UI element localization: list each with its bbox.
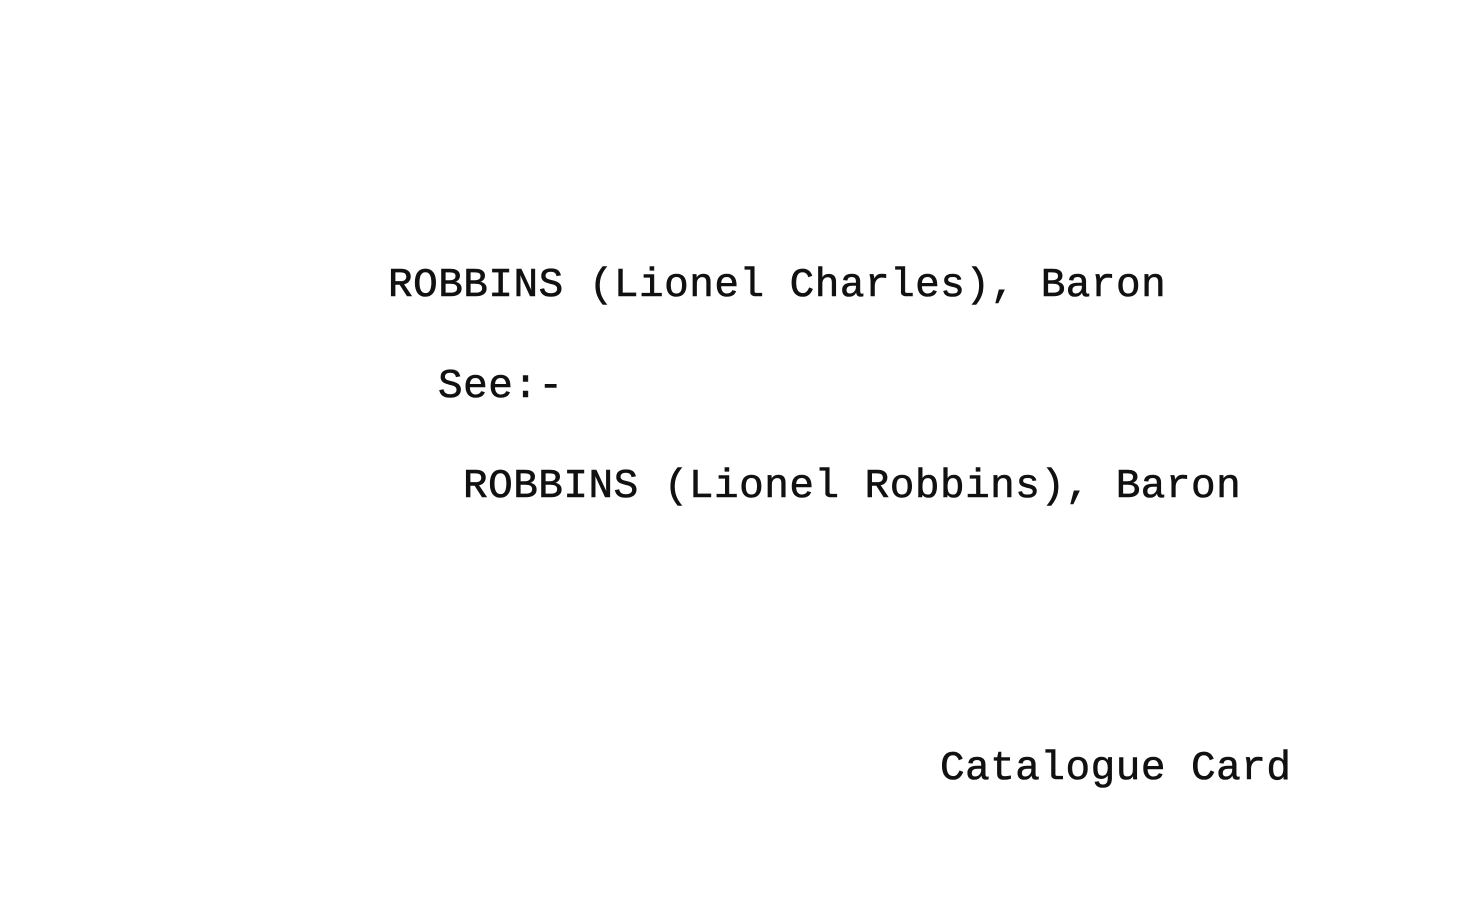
card-heading: ROBBINS (Lionel Charles), Baron <box>388 263 1167 309</box>
catalogue-card: ROBBINS (Lionel Charles), Baron See:- RO… <box>0 0 1480 911</box>
cross-reference-entry: ROBBINS (Lionel Robbins), Baron <box>463 464 1242 510</box>
card-footer-label: Catalogue Card <box>940 746 1292 792</box>
see-reference-label: See:- <box>438 364 564 410</box>
